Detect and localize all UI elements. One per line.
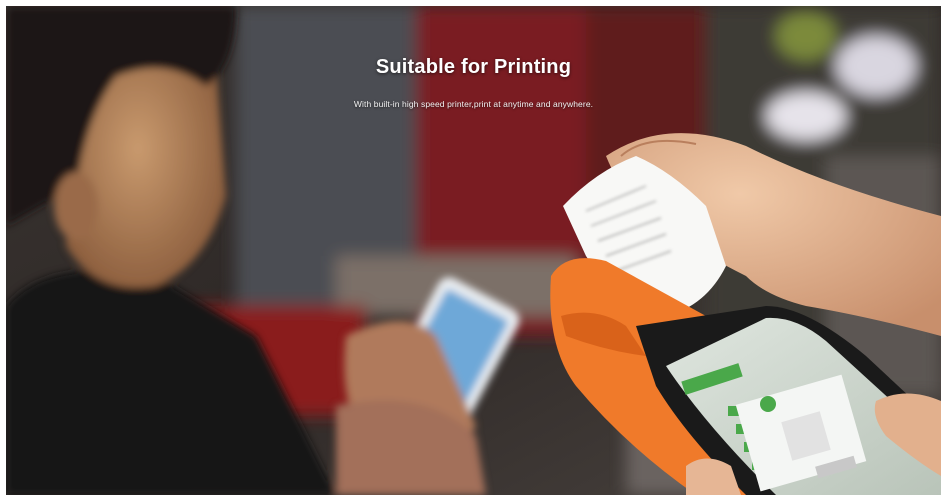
promo-banner: Suitable for Printing With built-in high… <box>6 6 941 495</box>
hero-title: Suitable for Printing <box>375 56 572 78</box>
hero-subtitle: With built-in high speed printer,print a… <box>353 99 594 109</box>
photo-scene <box>6 6 941 495</box>
check-icon <box>760 396 776 412</box>
